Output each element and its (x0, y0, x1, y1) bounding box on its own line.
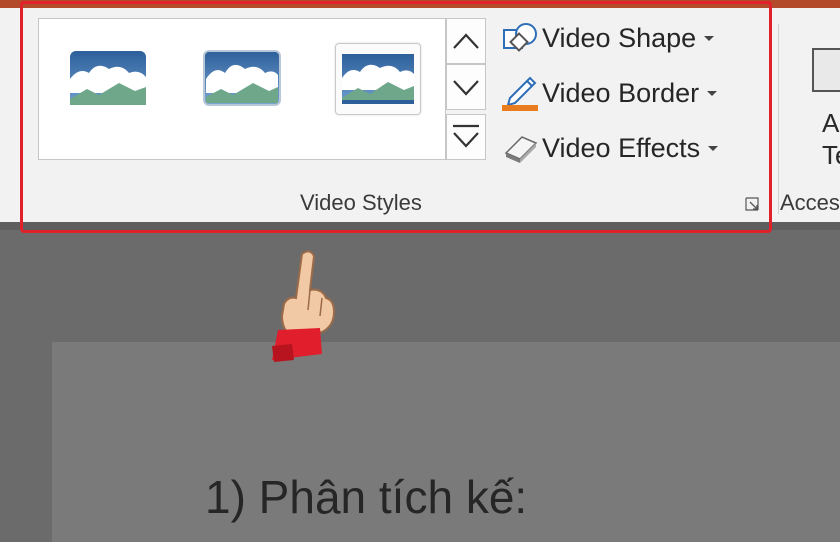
alt-text-button[interactable] (812, 48, 840, 92)
slide-title-text: 1) Phân tích kế: (205, 471, 528, 523)
pointing-hand-icon (264, 246, 340, 364)
alt-text-label-line-1: A (822, 108, 840, 138)
alt-text-label-line-2: Te (822, 140, 840, 170)
highlight-box (20, 1, 772, 233)
ribbon-group-separator (778, 24, 779, 214)
accessibility-group-label: Acces (780, 190, 840, 215)
